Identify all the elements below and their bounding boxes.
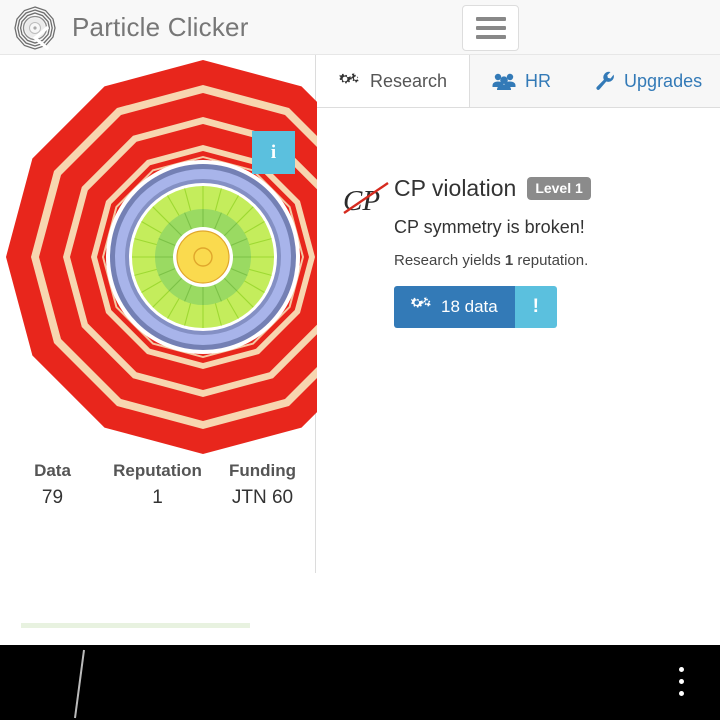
detector-info-button[interactable]: i [252, 131, 295, 174]
research-yield-suffix: reputation. [513, 252, 589, 269]
research-description: CP symmetry is broken! [394, 217, 585, 237]
detector-gap-white-3 [173, 227, 233, 287]
tab-hr-label: HR [525, 70, 552, 91]
stat-data-label: Data [34, 461, 71, 480]
system-navigation-bar [0, 645, 720, 720]
app-root: Particle Clicker i Data 79 Reputation 1 … [0, 0, 720, 720]
stat-reputation: Reputation 1 [105, 458, 210, 512]
research-item-body: CP violation Level 1 CP symmetry is brok… [394, 172, 714, 328]
people-icon [492, 72, 516, 90]
detector-ring-red-4 [97, 151, 309, 363]
tab-upgrades-label: Upgrades [624, 70, 703, 91]
overflow-dot-2 [678, 678, 684, 684]
tab-research-label: Research [370, 70, 448, 91]
chevron-left-icon [32, 25, 50, 51]
hamburger-icon [475, 17, 506, 21]
stats-bar: Data 79 Reputation 1 Funding JTN 60 [0, 458, 315, 512]
tab-research[interactable]: Research [317, 55, 471, 107]
cp-violation-icon: CP [341, 178, 393, 222]
detector-gap-tan-4 [102, 156, 304, 358]
stat-funding: Funding JTN 60 [210, 458, 315, 512]
app-header: Particle Clicker [0, 0, 720, 55]
stat-reputation-label: Reputation [113, 461, 202, 480]
detector-ring-green-light [132, 186, 274, 328]
nav-overflow-button[interactable] [672, 660, 690, 702]
detector-green-light-segments [132, 186, 274, 328]
wrench-icon [595, 71, 615, 91]
detector-core-center [193, 247, 213, 267]
research-button-group: 18 data ! [394, 286, 557, 328]
research-title-row: CP violation Level 1 [394, 172, 714, 204]
overflow-dot-3 [678, 690, 684, 696]
gears-icon [339, 72, 361, 91]
detector-gap-tan-2 [63, 117, 343, 397]
detector-panel: i Data 79 Reputation 1 Funding JTN 60 [0, 55, 400, 628]
home-slash-icon [74, 649, 85, 719]
research-yield-prefix: Research yields [394, 252, 505, 269]
research-alert-button[interactable]: ! [514, 286, 557, 328]
stat-data-value: 79 [41, 487, 64, 508]
content-panel: Research HR Upgrades CP violation Level … [317, 55, 720, 620]
research-yield-amount: 1 [504, 252, 514, 269]
detector-ring-blue-dark-outer [110, 164, 296, 350]
detector-ring-green-mid [155, 209, 251, 305]
hamburger-icon-bar2 [475, 26, 506, 30]
nav-home-button[interactable] [72, 648, 88, 720]
detector-gap-white-1 [106, 160, 300, 354]
hamburger-menu-button[interactable] [462, 5, 519, 51]
stat-funding-value: JTN 60 [231, 487, 294, 508]
hamburger-icon-bar3 [475, 35, 506, 39]
detector-gap-tan-3 [91, 145, 315, 369]
tab-hr[interactable]: HR [470, 55, 573, 107]
detector-ring-blue-light [115, 169, 291, 345]
level-badge: Level 1 [527, 176, 591, 200]
tab-upgrades[interactable]: Upgrades [573, 55, 720, 107]
stat-reputation-value: 1 [152, 487, 163, 508]
detector-ring-blue-dark-inner [125, 179, 281, 335]
progress-bar-fill [21, 623, 250, 628]
gears-icon-button [411, 296, 432, 319]
research-title: CP violation [394, 174, 517, 201]
detector-green-mid-segments [155, 209, 251, 305]
app-title: Particle Clicker [72, 12, 249, 42]
detector-core-yellow [176, 230, 230, 284]
research-yield: Research yields 1 reputation. [394, 252, 714, 269]
detector-ring-red-3 [70, 124, 336, 390]
research-cost-button[interactable]: 18 data [394, 286, 515, 328]
stat-funding-label: Funding [228, 461, 297, 480]
tab-bar: Research HR Upgrades [317, 55, 720, 108]
detector-ring-red-inner-edge [104, 158, 302, 356]
nav-back-button[interactable] [26, 22, 58, 54]
research-cost-label: 18 data [441, 297, 498, 316]
detector-gap-white-2 [129, 183, 277, 331]
progress-bar [21, 623, 250, 628]
stat-data: Data 79 [0, 458, 105, 512]
overflow-dots-icon [678, 666, 684, 672]
